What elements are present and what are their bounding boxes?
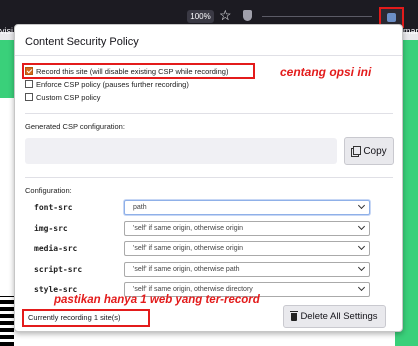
star-icon[interactable]: ☆ xyxy=(219,6,232,24)
annotation-check-option: centang opsi ini xyxy=(280,65,372,79)
shield-icon[interactable] xyxy=(243,10,252,21)
directive-value: 'self' if same origin, otherwise directo… xyxy=(133,286,253,293)
chevron-down-icon xyxy=(357,283,366,292)
directive-value: 'self' if same origin, otherwise path xyxy=(133,266,240,273)
custom-policy-label: Custom CSP policy xyxy=(36,93,101,102)
directive-select[interactable]: 'self' if same origin, otherwise origin xyxy=(124,221,370,236)
divider xyxy=(25,113,393,114)
enforce-policy-label: Enforce CSP policy (pauses further recor… xyxy=(36,80,189,89)
configuration-label: Configuration: xyxy=(25,186,72,195)
trash-icon xyxy=(290,310,299,321)
record-site-option[interactable]: Record this site (will disable existing … xyxy=(25,66,228,78)
directive-value: path xyxy=(133,204,147,211)
custom-policy-option[interactable]: Custom CSP policy xyxy=(25,92,100,104)
directive-select[interactable]: 'self' if same origin, otherwise path xyxy=(124,262,370,277)
chevron-down-icon xyxy=(357,242,366,251)
record-site-label: Record this site (will disable existing … xyxy=(36,67,229,76)
copy-icon xyxy=(351,146,362,157)
directive-name: font-src xyxy=(34,203,73,212)
directive-select[interactable]: 'self' if same origin, otherwise origin xyxy=(124,241,370,256)
popup-title: Content Security Policy xyxy=(25,36,139,48)
bookmarks-fragment[interactable]: marks xyxy=(403,26,418,36)
extension-icon xyxy=(387,13,396,22)
recording-status: Currently recording 1 site(s) xyxy=(28,313,121,322)
chevron-down-icon xyxy=(357,222,366,231)
divider xyxy=(15,55,402,56)
enforce-policy-option[interactable]: Enforce CSP policy (pauses further recor… xyxy=(25,79,189,91)
enforce-policy-checkbox[interactable] xyxy=(25,80,33,88)
tab-fragment[interactable]: visi xyxy=(0,26,13,38)
custom-policy-checkbox[interactable] xyxy=(25,93,33,101)
directive-name: style-src xyxy=(34,285,78,294)
delete-all-label: Delete All Settings xyxy=(300,311,378,322)
copy-button[interactable]: Copy xyxy=(344,137,394,165)
directive-name: img-src xyxy=(34,224,68,233)
chevron-down-icon xyxy=(357,263,366,272)
directive-value: 'self' if same origin, otherwise origin xyxy=(133,225,244,232)
copy-label: Copy xyxy=(363,145,387,157)
zoom-level-badge[interactable]: 100% xyxy=(187,10,214,23)
directive-select[interactable]: path xyxy=(124,200,370,215)
delete-all-settings-button[interactable]: Delete All Settings xyxy=(283,305,386,328)
generated-config-output[interactable] xyxy=(25,138,337,164)
generated-config-label: Generated CSP configuration: xyxy=(25,122,125,131)
directive-name: media-src xyxy=(34,244,78,253)
directive-name: script-src xyxy=(34,265,83,274)
qr-code-fragment xyxy=(0,296,14,346)
chevron-down-icon xyxy=(357,201,366,210)
divider xyxy=(25,177,393,178)
directive-value: 'self' if same origin, otherwise origin xyxy=(133,245,244,252)
toolbar-divider xyxy=(262,16,372,17)
annotation-one-site: pastikan hanya 1 web yang ter-record xyxy=(54,294,260,306)
record-site-checkbox[interactable] xyxy=(25,67,33,75)
csp-popup-panel: Content Security Policy Record this site… xyxy=(14,24,403,332)
